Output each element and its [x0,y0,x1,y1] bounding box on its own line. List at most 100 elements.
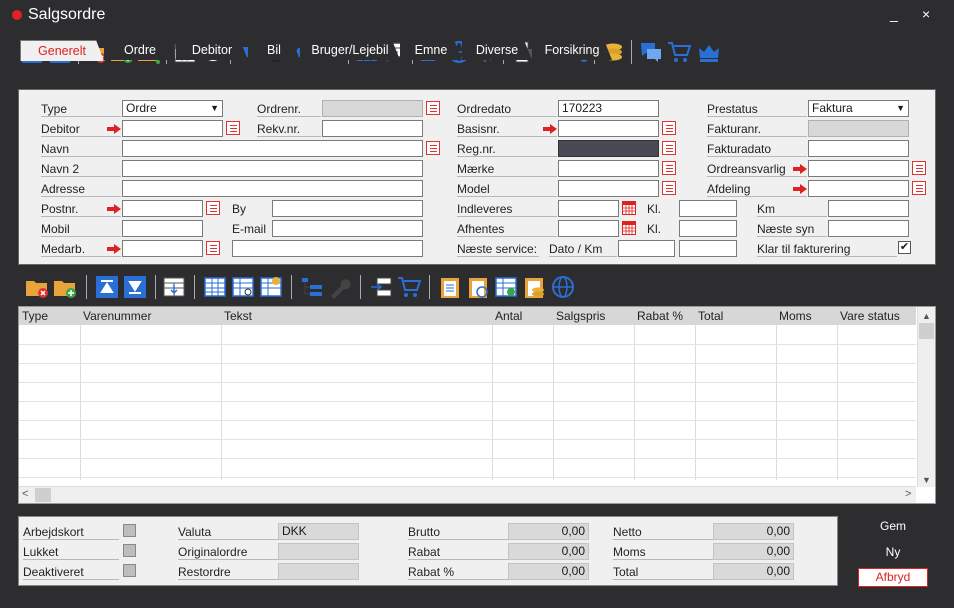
medarb-list-icon[interactable] [206,241,220,255]
debitor-list-icon[interactable] [226,121,240,135]
col-salgspris[interactable]: Salgspris [556,309,605,323]
model-field[interactable] [558,180,659,197]
minimize-button[interactable]: _ [890,6,898,22]
col-antal[interactable]: Antal [495,309,522,323]
navn-field[interactable] [122,140,423,157]
basisnr-field[interactable] [558,120,659,137]
debitor-field[interactable] [122,120,223,137]
naeste-syn-field[interactable] [828,220,909,237]
globe-line-icon[interactable] [550,274,576,300]
navn2-field[interactable] [122,160,423,177]
scroll-down-icon[interactable]: ▼ [922,475,931,485]
postnr-lookup-arrow-icon[interactable] [107,204,121,214]
col-total[interactable]: Total [698,309,723,323]
afdeling-lookup-arrow-icon[interactable] [793,184,807,194]
maerke-list-icon[interactable] [662,161,676,175]
scroll-right-icon[interactable]: > [905,488,911,500]
table-link-icon[interactable] [230,274,256,300]
move-bottom-icon[interactable] [122,274,148,300]
model-list-icon[interactable] [662,181,676,195]
scroll-left-icon[interactable]: < [22,488,28,500]
clipboard-coins-icon[interactable] [521,274,547,300]
afdeling-list-icon[interactable] [912,181,926,195]
wrench-icon[interactable] [327,274,353,300]
ordrenr-list-icon[interactable] [426,101,440,115]
chat-bubbles-icon[interactable] [638,39,664,65]
col-vare-status[interactable]: Vare status [840,309,900,323]
lukket-checkbox[interactable] [123,544,136,557]
tab-debitor[interactable]: Debitor [176,40,248,60]
rekvnr-field[interactable] [322,120,423,137]
deaktiveret-checkbox[interactable] [123,564,136,577]
mobil-field[interactable] [122,220,203,237]
folder-add-line-icon[interactable] [52,274,78,300]
postnr-list-icon[interactable] [206,201,220,215]
gem-button[interactable]: Gem [858,517,928,536]
cart-line-icon[interactable] [396,274,422,300]
adresse-field[interactable] [122,180,423,197]
scroll-up-icon[interactable]: ▲ [922,311,931,321]
tab-emne[interactable]: Emne [400,40,462,60]
tree-list-icon[interactable] [299,274,325,300]
type-select[interactable]: Ordre ▼ [122,100,223,117]
naeste-service-dato-field[interactable] [618,240,675,257]
move-top-icon[interactable] [94,274,120,300]
col-type[interactable]: Type [22,309,48,323]
klar-til-fakturering-checkbox[interactable]: ✔ [898,241,911,254]
afhentes-calendar-icon[interactable] [622,221,636,235]
ny-button[interactable]: Ny [858,543,928,562]
afhentes-field[interactable] [558,220,619,237]
shopping-cart-icon[interactable] [666,39,692,65]
col-varenummer[interactable]: Varenummer [83,309,151,323]
fakturadato-field[interactable] [808,140,909,157]
maerke-field[interactable] [558,160,659,177]
medarb-name-field[interactable] [232,240,423,257]
scroll-thumb[interactable] [919,323,934,339]
ordreansvarlig-lookup-arrow-icon[interactable] [793,164,807,174]
indleveres-field[interactable] [558,200,619,217]
col-tekst[interactable]: Tekst [224,309,252,323]
tab-bil[interactable]: Bil [248,40,300,60]
clipboard-globe-icon[interactable] [465,274,491,300]
medarb-lookup-arrow-icon[interactable] [107,244,121,254]
indleveres-calendar-icon[interactable] [622,201,636,215]
table-insert-icon[interactable] [161,274,187,300]
col-moms[interactable]: Moms [779,309,812,323]
afhentes-kl-field[interactable] [679,220,737,237]
crown-icon[interactable] [696,39,722,65]
clipboard-list-icon[interactable] [437,274,463,300]
regnr-field[interactable] [558,140,659,157]
ordreansvarlig-field[interactable] [808,160,909,177]
tab-generelt[interactable]: Generelt [20,40,104,61]
naeste-service-km-field[interactable] [679,240,737,257]
indleveres-kl-field[interactable] [679,200,737,217]
basisnr-list-icon[interactable] [662,121,676,135]
folder-remove-line-icon[interactable] [24,274,50,300]
hscroll-thumb[interactable] [35,488,51,502]
tab-ordre[interactable]: Ordre [104,40,176,60]
email-field[interactable] [272,220,423,237]
basisnr-lookup-arrow-icon[interactable] [543,124,557,134]
table-star-icon[interactable] [258,274,284,300]
regnr-list-icon[interactable] [662,141,676,155]
medarb-field[interactable] [122,240,203,257]
tab-diverse[interactable]: Diverse [462,40,532,60]
ordredato-field[interactable]: 170223 [558,100,659,117]
tab-forsikring[interactable]: Forsikring [532,40,612,60]
tab-bruger-lejebil[interactable]: Bruger/Lejebil [300,40,400,60]
km-field[interactable] [828,200,909,217]
col-rabat-pct[interactable]: Rabat % [637,309,683,323]
close-button[interactable]: × [922,6,930,22]
afdeling-field[interactable] [808,180,909,197]
horizontal-scrollbar[interactable]: < > [19,486,916,503]
by-field[interactable] [272,200,423,217]
prestatus-select[interactable]: Faktura ▼ [808,100,909,117]
arbejdskort-checkbox[interactable] [123,524,136,537]
table-refresh-icon[interactable] [493,274,519,300]
table-icon[interactable] [202,274,228,300]
ordreansvarlig-list-icon[interactable] [912,161,926,175]
debitor-lookup-arrow-icon[interactable] [107,124,121,134]
split-icon[interactable] [368,274,394,300]
vertical-scrollbar[interactable]: ▲ ▼ [917,307,935,487]
afbryd-button[interactable]: Afbryd [858,568,928,587]
